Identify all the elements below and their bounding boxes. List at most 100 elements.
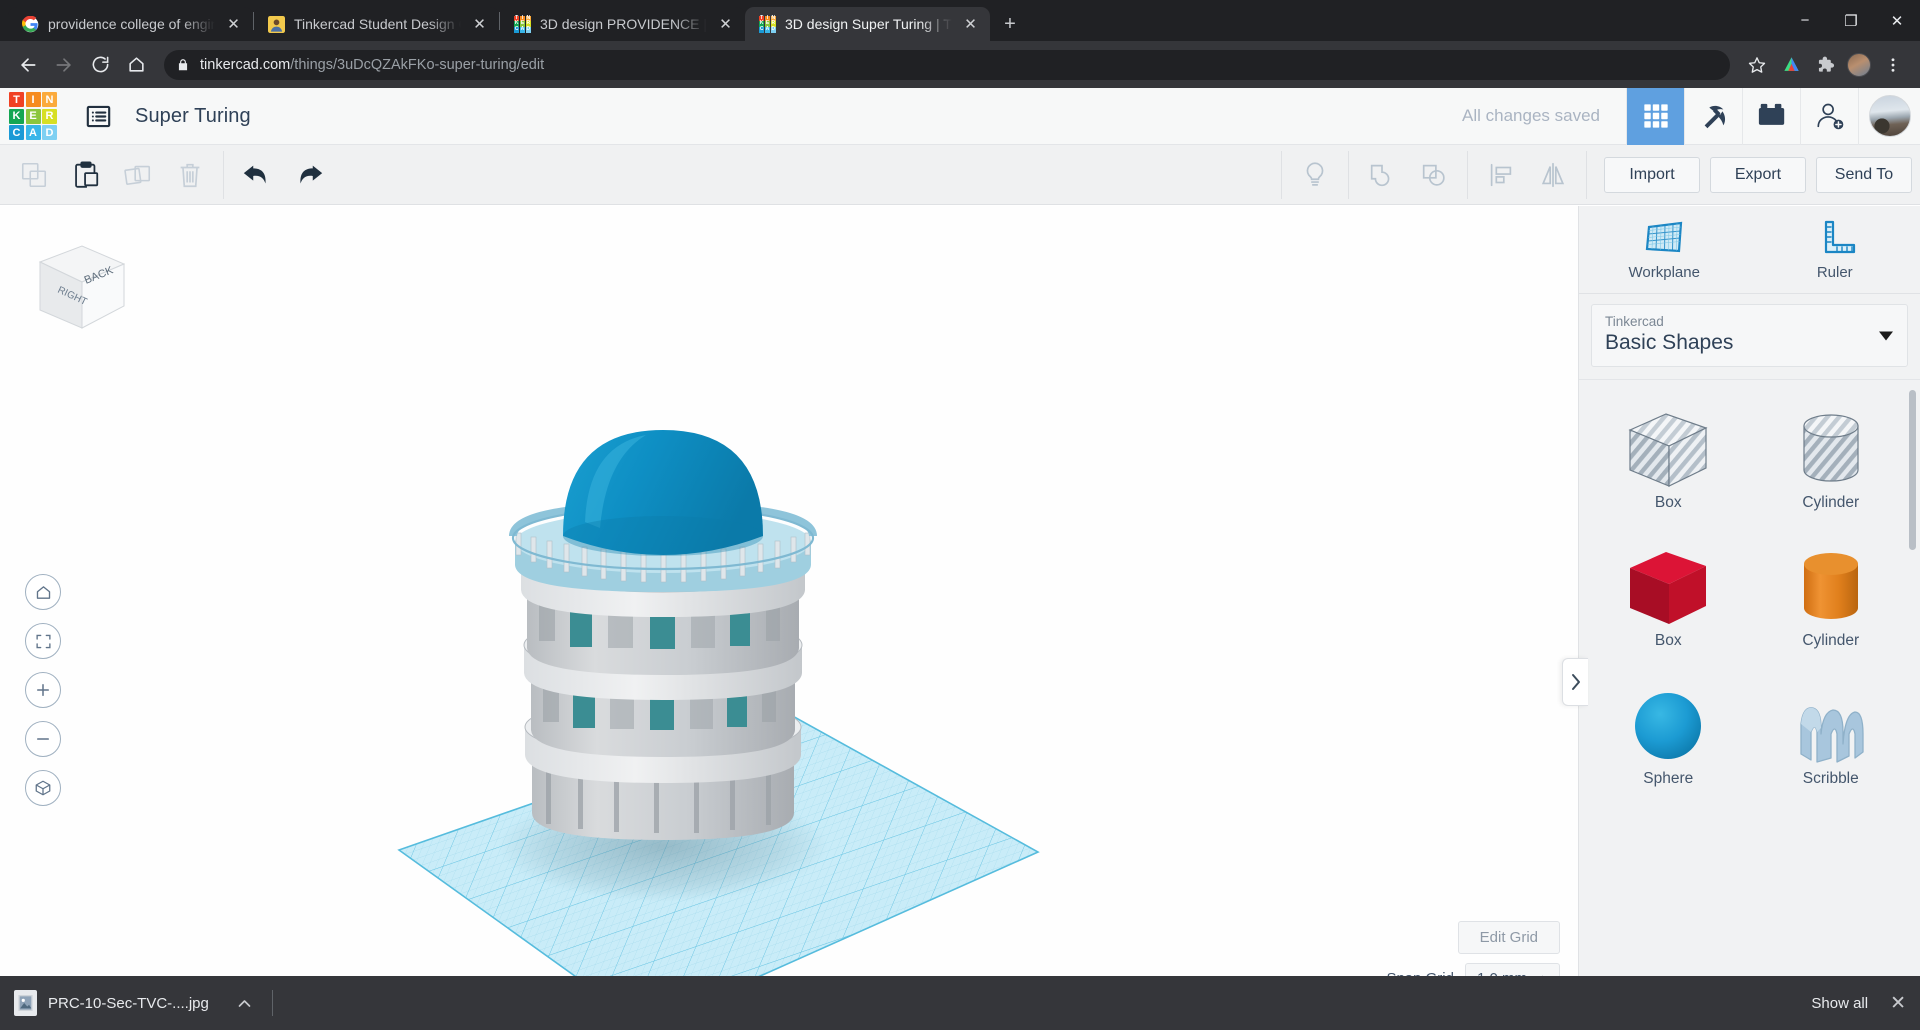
workplane-tool[interactable]: Workplane — [1579, 206, 1750, 293]
window-close-button[interactable]: ✕ — [1874, 0, 1920, 41]
group-shapes-icon — [1370, 164, 1390, 186]
window-minimize-button[interactable]: − — [1782, 0, 1828, 41]
invite-button[interactable] — [1800, 87, 1858, 145]
tinkercad-logo[interactable]: T I N K E R C A D — [9, 92, 57, 140]
notes-button[interactable] — [1289, 152, 1341, 198]
browser-tab-3[interactable]: TIN KER CAD 3D design PROVIDENCE | Tinke… — [500, 7, 745, 41]
copy-button[interactable] — [8, 152, 60, 198]
ungroup-shapes-icon — [1422, 164, 1445, 186]
send-to-button[interactable]: Send To — [1816, 156, 1912, 193]
browser-tab-1[interactable]: providence college of engineering ✕ — [8, 7, 253, 41]
sphere-icon — [1635, 693, 1702, 759]
edit-grid-button[interactable]: Edit Grid — [1457, 921, 1560, 954]
new-tab-button[interactable]: + — [996, 10, 1024, 38]
browser-menu-icon[interactable] — [1878, 50, 1908, 80]
home-button[interactable] — [120, 49, 152, 81]
3d-canvas[interactable]: RIGHT BACK Edit Grid — [0, 206, 1578, 1030]
zoom-in-button[interactable] — [25, 672, 61, 708]
mirror-button[interactable] — [1527, 152, 1579, 198]
fit-view-button[interactable] — [25, 623, 61, 659]
file-thumbnail-icon — [14, 990, 37, 1016]
toolbar-divider — [1281, 150, 1282, 199]
shape-item-box-hole[interactable]: Box — [1587, 396, 1750, 534]
download-file-name: PRC-10-Sec-TVC-....jpg — [48, 994, 209, 1012]
extensions-puzzle-icon[interactable] — [1810, 50, 1840, 80]
download-item[interactable]: PRC-10-Sec-TVC-....jpg — [14, 984, 258, 1022]
shape-item-cylinder-solid[interactable]: Cylinder — [1750, 534, 1913, 672]
tab-close-icon[interactable]: ✕ — [470, 15, 489, 34]
undo-arrow-icon — [243, 165, 266, 183]
shapes-scroll-area[interactable]: Box Cylinder Box Cylinder Sphere Scribbl… — [1579, 379, 1920, 1030]
reload-button[interactable] — [84, 49, 116, 81]
url-bar[interactable]: tinkercad.com/things/3uDcQZAkFKo-super-t… — [164, 49, 1730, 80]
browser-chrome: providence college of engineering ✕ Tink… — [0, 0, 1920, 88]
trash-icon — [180, 163, 200, 187]
zoom-out-button[interactable] — [25, 721, 61, 757]
shape-item-sphere[interactable]: Sphere — [1587, 672, 1750, 810]
shape-item-scribble[interactable]: Scribble — [1750, 672, 1913, 810]
panel-toggle-button[interactable] — [1562, 658, 1588, 706]
show-all-downloads-button[interactable]: Show all — [1811, 995, 1868, 1012]
home-view-button[interactable] — [25, 574, 61, 610]
ungroup-button[interactable] — [1408, 152, 1460, 198]
lock-icon — [178, 58, 188, 70]
window-maximize-button[interactable]: ❐ — [1828, 0, 1874, 41]
profile-avatar-icon[interactable] — [1844, 50, 1874, 80]
chevron-down-icon — [1879, 331, 1893, 340]
toolbar-divider — [223, 150, 224, 199]
back-button[interactable] — [12, 49, 44, 81]
browser-tab-2[interactable]: Tinkercad Student Design Contes ✕ — [254, 7, 499, 41]
group-button[interactable] — [1356, 152, 1408, 198]
edit-toolbar: Import Export Send To — [0, 145, 1920, 205]
codeblocks-button[interactable] — [1684, 87, 1742, 145]
tab-close-icon[interactable]: ✕ — [716, 15, 735, 34]
delete-button[interactable] — [164, 152, 216, 198]
export-button[interactable]: Export — [1710, 156, 1806, 193]
chevron-right-icon — [1571, 674, 1580, 690]
cylinder-hole-icon — [1803, 414, 1859, 482]
browser-tab-4-active[interactable]: TIN KER CAD 3D design Super Turing | Tin… — [745, 7, 990, 41]
close-icon[interactable]: ✕ — [1890, 992, 1906, 1015]
ruler-label: Ruler — [1816, 264, 1853, 281]
lego-brick-icon — [1758, 103, 1784, 125]
bookmark-star-icon[interactable] — [1742, 50, 1772, 80]
save-status: All changes saved — [1462, 106, 1600, 125]
forward-button[interactable] — [48, 49, 80, 81]
undo-button[interactable] — [231, 152, 283, 198]
blocks-button[interactable] — [1742, 87, 1800, 145]
grid-icon — [1643, 104, 1668, 128]
list-menu-icon[interactable] — [79, 98, 117, 134]
shapes-grid: Box Cylinder Box Cylinder Sphere Scribbl… — [1579, 380, 1920, 810]
ruler-icon — [1824, 220, 1855, 254]
duplicate-button[interactable] — [112, 152, 164, 198]
align-button[interactable] — [1475, 152, 1527, 198]
design-view-button[interactable] — [1626, 87, 1684, 145]
ruler-tool[interactable]: Ruler — [1750, 206, 1920, 293]
paste-button[interactable] — [60, 152, 112, 198]
plus-icon — [37, 684, 49, 696]
fit-all-icon — [35, 634, 51, 648]
tinkercad-app: T I N K E R C A D Super Turing All chang… — [0, 87, 1920, 1030]
view-cube[interactable]: RIGHT BACK — [20, 236, 130, 341]
pickaxe-icon — [1704, 105, 1725, 129]
shape-item-box-solid[interactable]: Box — [1587, 534, 1750, 672]
cube-view-icon — [35, 780, 51, 796]
logo-tile-t: T — [9, 92, 24, 107]
chevron-up-icon[interactable] — [232, 990, 258, 1016]
tab-close-icon[interactable]: ✕ — [224, 15, 243, 34]
page-title[interactable]: Super Turing — [135, 105, 251, 128]
toolbar-divider — [1467, 150, 1468, 199]
import-button[interactable]: Import — [1604, 156, 1700, 193]
redo-button[interactable] — [283, 152, 335, 198]
user-avatar-button[interactable] — [1858, 87, 1920, 145]
panel-scrollbar[interactable] — [1909, 390, 1916, 550]
tab-title: Tinkercad Student Design Contes — [294, 16, 461, 32]
building-model[interactable] — [509, 430, 817, 840]
shape-library-select[interactable]: Tinkercad Basic Shapes — [1591, 304, 1908, 367]
shape-item-cylinder-hole[interactable]: Cylinder — [1750, 396, 1913, 534]
ortho-perspective-button[interactable] — [25, 770, 61, 806]
logo-tile-d: D — [42, 125, 57, 140]
tab-close-icon[interactable]: ✕ — [961, 15, 980, 34]
chrome-cast-icon[interactable] — [1776, 50, 1806, 80]
workplane-label: Workplane — [1628, 264, 1700, 281]
